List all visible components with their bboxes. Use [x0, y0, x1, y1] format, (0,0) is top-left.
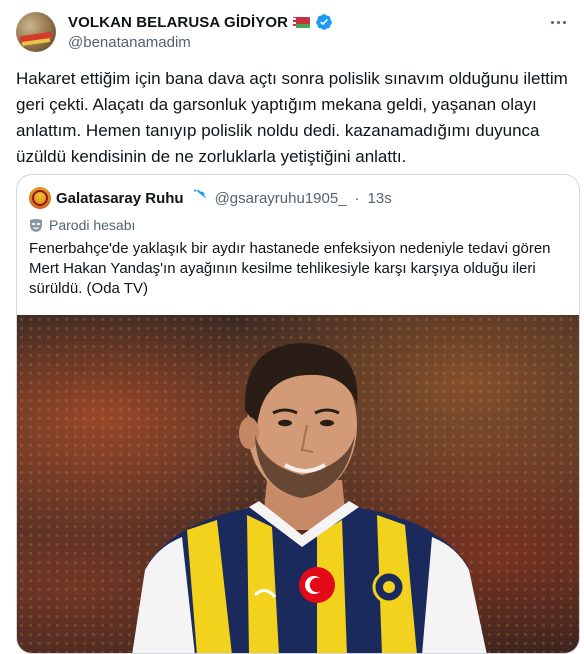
belarus-flag-icon — [293, 16, 311, 28]
player-illustration — [132, 343, 487, 653]
parody-mask-icon — [30, 218, 42, 232]
tweet-text: Hakaret ettiğim için bana dava açtı sonr… — [16, 69, 568, 166]
quoted-tweet[interactable]: Galatasaray Ruhu @gsarayruhu1905_ · 13s … — [16, 174, 580, 654]
quoted-photo[interactable] — [17, 315, 579, 653]
parody-label-row: Parodi hesabı — [29, 215, 135, 235]
author-display-name[interactable]: VOLKAN BELARUSA GİDİYOR — [68, 14, 288, 31]
author-avatar[interactable] — [16, 12, 56, 52]
verified-badge-icon — [316, 14, 332, 30]
quoted-text: Fenerbahçe'de yaklaşık bir aydır hastane… — [29, 240, 551, 297]
meta-separator: · — [354, 189, 360, 207]
quoted-avatar[interactable] — [29, 187, 51, 209]
author-name-row: VOLKAN BELARUSA GİDİYOR — [68, 12, 333, 32]
quoted-header: Galatasaray Ruhu @gsarayruhu1905_ · 13s — [29, 187, 392, 209]
tweet-card: VOLKAN BELARUSA GİDİYOR @benatanamadim H… — [0, 0, 584, 654]
quoted-display-name: Galatasaray Ruhu — [56, 189, 184, 207]
verified-badge-icon — [193, 189, 206, 202]
quoted-timestamp[interactable]: 13s — [368, 190, 392, 207]
quoted-handle: @gsarayruhu1905_ — [214, 189, 347, 207]
author-handle[interactable]: @benatanamadim — [68, 34, 191, 51]
parody-label: Parodi hesabı — [49, 217, 136, 233]
more-options-icon[interactable] — [546, 12, 570, 32]
